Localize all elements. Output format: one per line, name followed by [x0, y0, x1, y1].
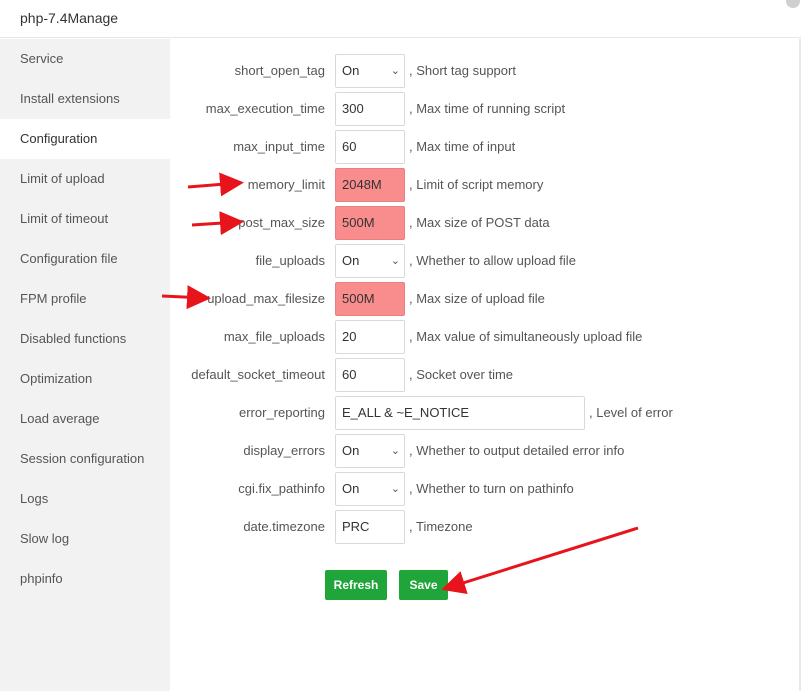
config-panel: short_open_tag On ⌄ , Short tag support m… [170, 39, 801, 691]
config-description: , Timezone [409, 519, 473, 534]
config-description: , Max time of input [409, 139, 516, 154]
config-label: display_errors [243, 443, 325, 458]
sidebar-item-configuration-file[interactable]: Configuration file [0, 239, 170, 279]
sidebar-item-slow-log[interactable]: Slow log [0, 519, 170, 559]
config-description: , Whether to output detailed error info [409, 443, 625, 458]
sidebar-item-session-configuration[interactable]: Session configuration [0, 439, 170, 479]
select-value: On [342, 481, 360, 496]
max-execution-time-input[interactable]: 300 [335, 92, 405, 126]
chevron-down-icon: ⌄ [390, 65, 400, 77]
config-description: , Short tag support [409, 63, 516, 78]
config-label: date.timezone [243, 519, 325, 534]
config-label: post_max_size [238, 215, 325, 230]
window-title: php-7.4Manage [20, 10, 119, 26]
default-socket-timeout-input[interactable]: 60 [335, 358, 405, 392]
date-timezone-input[interactable]: PRC [335, 510, 405, 544]
config-label: memory_limit [247, 177, 325, 192]
config-row: file_uploads On ⌄ , Whether to allow uplo… [170, 244, 801, 278]
config-row: upload_max_filesize 500M , Max size of u… [170, 282, 801, 316]
file-uploads-select[interactable]: On ⌄ [335, 244, 405, 278]
short-open-tag-select[interactable]: On ⌄ [335, 54, 405, 88]
config-description: , Socket over time [409, 367, 514, 382]
sidebar-item-configuration[interactable]: Configuration [0, 119, 170, 159]
config-row: memory_limit 2048M , Limit of script mem… [170, 168, 801, 202]
refresh-button[interactable]: Refresh [325, 570, 387, 600]
config-description: , Level of error [589, 405, 673, 420]
sidebar-item-logs[interactable]: Logs [0, 479, 170, 519]
config-label: short_open_tag [234, 63, 325, 78]
max-input-time-input[interactable]: 60 [335, 130, 405, 164]
sidebar-item-optimization[interactable]: Optimization [0, 359, 170, 399]
display-errors-select[interactable]: On ⌄ [335, 434, 405, 468]
sidebar: Service Install extensions Configuration… [0, 39, 170, 691]
config-label: max_file_uploads [223, 329, 325, 344]
config-label: max_input_time [233, 139, 325, 154]
config-row: post_max_size 500M , Max size of POST da… [170, 206, 801, 240]
upload-max-filesize-input[interactable]: 500M [335, 282, 405, 316]
config-label: error_reporting [239, 405, 325, 420]
cgi-fix-pathinfo-select[interactable]: On ⌄ [335, 472, 405, 506]
sidebar-item-service[interactable]: Service [0, 39, 170, 79]
config-description: , Max size of POST data [409, 215, 550, 230]
config-label: file_uploads [255, 253, 325, 268]
window-titlebar: php-7.4Manage [0, 0, 801, 38]
config-label: cgi.fix_pathinfo [238, 481, 325, 496]
config-row: default_socket_timeout 60 , Socket over … [170, 358, 801, 392]
select-value: On [342, 253, 360, 268]
config-row: max_execution_time 300 , Max time of run… [170, 92, 801, 126]
config-row: max_file_uploads 20 , Max value of simul… [170, 320, 801, 354]
sidebar-item-load-average[interactable]: Load average [0, 399, 170, 439]
save-button[interactable]: Save [399, 570, 448, 600]
sidebar-item-phpinfo[interactable]: phpinfo [0, 559, 170, 599]
sidebar-item-disabled-functions[interactable]: Disabled functions [0, 319, 170, 359]
config-description: , Whether to allow upload file [409, 253, 576, 268]
config-row: date.timezone PRC , Timezone [170, 510, 801, 544]
config-description: , Max value of simultaneously upload fil… [409, 329, 643, 344]
chevron-down-icon: ⌄ [390, 445, 400, 457]
config-label: upload_max_filesize [207, 291, 325, 306]
sidebar-item-install-extensions[interactable]: Install extensions [0, 79, 170, 119]
select-value: On [342, 63, 360, 78]
config-label: max_execution_time [205, 101, 325, 116]
config-description: , Limit of script memory [409, 177, 544, 192]
sidebar-item-limit-of-timeout[interactable]: Limit of timeout [0, 199, 170, 239]
max-file-uploads-input[interactable]: 20 [335, 320, 405, 354]
config-description: , Max time of running script [409, 101, 566, 116]
sidebar-item-fpm-profile[interactable]: FPM profile [0, 279, 170, 319]
post-max-size-input[interactable]: 500M [335, 206, 405, 240]
memory-limit-input[interactable]: 2048M [335, 168, 405, 202]
error-reporting-input[interactable]: E_ALL & ~E_NOTICE [335, 396, 585, 430]
select-value: On [342, 443, 360, 458]
config-row: error_reporting E_ALL & ~E_NOTICE , Leve… [170, 396, 801, 430]
config-row: display_errors On ⌄ , Whether to output d… [170, 434, 801, 468]
config-description: , Whether to turn on pathinfo [409, 481, 574, 496]
chevron-down-icon: ⌄ [390, 483, 400, 495]
config-description: , Max size of upload file [409, 291, 545, 306]
sidebar-item-limit-of-upload[interactable]: Limit of upload [0, 159, 170, 199]
config-row: short_open_tag On ⌄ , Short tag support [170, 54, 801, 88]
config-label: default_socket_timeout [191, 367, 325, 382]
config-row: cgi.fix_pathinfo On ⌄ , Whether to turn o… [170, 472, 801, 506]
chevron-down-icon: ⌄ [390, 255, 400, 267]
config-row: max_input_time 60 , Max time of input [170, 130, 801, 164]
